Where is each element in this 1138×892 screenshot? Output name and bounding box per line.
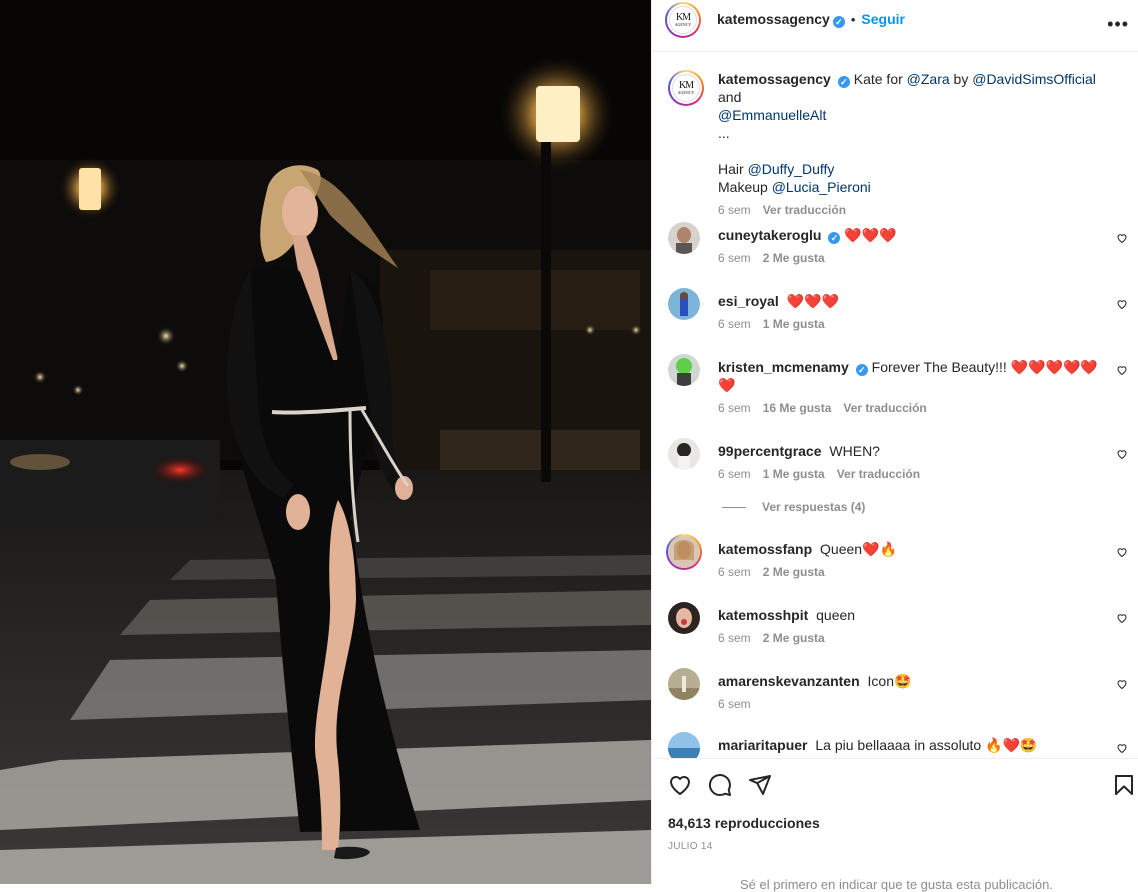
comment-emoji: ❤️❤️❤️: [786, 293, 839, 309]
caption-ellipsis: ...: [718, 125, 730, 141]
verified-icon: ✓: [855, 364, 868, 376]
comment-avatar[interactable]: [668, 668, 700, 700]
comment-likes[interactable]: 1 Me gusta: [763, 317, 825, 331]
post-date[interactable]: JULIO 14: [668, 841, 713, 852]
more-options-icon[interactable]: •••: [1107, 14, 1129, 35]
caption-text: Makeup: [718, 179, 772, 195]
mention-link[interactable]: @Lucia_Pieroni: [772, 179, 871, 195]
verified-icon: ✓: [837, 76, 850, 88]
agency-logo: KM AGENCY: [669, 6, 697, 34]
comment-likes[interactable]: 2 Me gusta: [763, 565, 825, 579]
comment-icon[interactable]: [708, 773, 732, 797]
heart-outline-icon[interactable]: [1116, 546, 1128, 558]
comment-username[interactable]: amarenskevanzanten: [718, 673, 860, 689]
comment-username[interactable]: cuneytakeroglu: [718, 227, 821, 243]
comment-username[interactable]: katemosshpit: [718, 607, 808, 623]
replies-divider: [722, 507, 746, 509]
comment-text: Queen: [820, 541, 863, 557]
comment-text: queen: [816, 607, 856, 623]
comment-username[interactable]: kristen_mcmenamy: [718, 359, 849, 375]
comment-text: WHEN?: [829, 443, 880, 459]
follow-button[interactable]: Seguir: [861, 11, 905, 27]
translate-link[interactable]: Ver traducción: [763, 203, 846, 217]
footer-text: Sé el primero en indicar que te gusta es…: [740, 877, 1053, 892]
comment-avatar[interactable]: [668, 354, 700, 386]
verified-icon: ✓: [832, 16, 845, 28]
comments-list[interactable]: KM AGENCY katemossagency ✓ Kate for @Zara …: [652, 52, 1138, 758]
photo-image: [0, 0, 651, 884]
mention-link[interactable]: @Zara: [907, 71, 950, 87]
verified-icon: ✓: [828, 232, 841, 244]
comment-likes[interactable]: 2 Me gusta: [763, 631, 825, 645]
comment-time[interactable]: 6 sem: [718, 697, 751, 711]
comment-avatar[interactable]: [666, 534, 702, 570]
comment-likes[interactable]: 1 Me gusta: [763, 467, 825, 481]
post-sidebar: KM AGENCY katemossagency ✓ • Seguir ••• KM AG…: [651, 0, 1138, 892]
mention-link[interactable]: @EmmanuelleAlt: [718, 107, 826, 123]
comment-time[interactable]: 6 sem: [718, 565, 751, 579]
mention-link[interactable]: @Duffy_Duffy: [748, 161, 835, 177]
comment-time[interactable]: 6 sem: [718, 631, 751, 645]
post-header: KM AGENCY katemossagency ✓ • Seguir •••: [652, 0, 1138, 52]
comment-emoji: 🤩: [894, 673, 912, 689]
heart-outline-icon[interactable]: [1116, 742, 1128, 754]
comment-avatar[interactable]: [668, 222, 700, 254]
post-photo[interactable]: [0, 0, 651, 884]
mention-link[interactable]: @DavidSimsOfficial: [972, 71, 1096, 87]
comment-username[interactable]: esi_royal: [718, 293, 779, 309]
caption-text: by: [949, 71, 973, 87]
comment-time[interactable]: 6 sem: [718, 401, 751, 415]
author-avatar[interactable]: KM AGENCY: [665, 2, 701, 38]
views-count[interactable]: 84,613 reproducciones: [668, 815, 820, 831]
comment-time[interactable]: 6 sem: [718, 251, 751, 265]
comment-emoji: ❤️🔥: [862, 541, 897, 557]
view-replies-label: Ver respuestas (4): [762, 500, 866, 514]
translate-link[interactable]: Ver traducción: [843, 401, 926, 415]
comment-text: Icon: [867, 673, 894, 689]
comment-time[interactable]: 6 sem: [718, 467, 751, 481]
caption-username[interactable]: katemossagency: [718, 71, 831, 87]
comment-emoji: 🔥❤️🤩: [985, 737, 1038, 753]
comment-text: La piu bellaaaa in assoluto: [815, 737, 986, 753]
caption-text: Hair: [718, 161, 748, 177]
comment-text: Forever The Beauty!!!: [871, 359, 1011, 375]
comment-avatar[interactable]: [668, 438, 700, 470]
separator-dot: •: [850, 12, 856, 27]
heart-outline-icon[interactable]: [1116, 364, 1128, 376]
heart-outline-icon[interactable]: [1116, 612, 1128, 624]
translate-link[interactable]: Ver traducción: [837, 467, 920, 481]
paper-plane-icon[interactable]: [748, 773, 772, 797]
heart-outline-icon[interactable]: [1116, 678, 1128, 690]
comment-avatar[interactable]: [668, 732, 700, 758]
comment-emoji: ❤️❤️❤️: [844, 227, 897, 243]
comment-username[interactable]: mariaritapuer: [718, 737, 807, 753]
view-replies-button[interactable]: Ver respuestas (4): [722, 500, 865, 514]
heart-icon[interactable]: [668, 773, 692, 797]
heart-outline-icon[interactable]: [1116, 298, 1128, 310]
heart-outline-icon[interactable]: [1116, 232, 1128, 244]
caption-avatar[interactable]: KM AGENCY: [668, 70, 704, 106]
comment-avatar[interactable]: [668, 288, 700, 320]
caption-text: Kate for: [853, 71, 907, 87]
comment-likes[interactable]: 2 Me gusta: [763, 251, 825, 265]
comment-username[interactable]: katemossfanp: [718, 541, 812, 557]
comment-time[interactable]: 6 sem: [718, 317, 751, 331]
caption-text: and: [718, 89, 742, 105]
post-actions: 84,613 reproducciones JULIO 14 Sé el pri…: [652, 758, 1138, 892]
comment-likes[interactable]: 16 Me gusta: [763, 401, 832, 415]
comment-time[interactable]: 6 sem: [718, 203, 751, 217]
heart-outline-icon[interactable]: [1116, 448, 1128, 460]
comment-avatar[interactable]: [668, 602, 700, 634]
agency-logo: KM AGENCY: [672, 74, 700, 102]
author-username[interactable]: katemossagency: [717, 11, 830, 27]
bookmark-icon[interactable]: [1112, 773, 1136, 797]
comment-username[interactable]: 99percentgrace: [718, 443, 822, 459]
